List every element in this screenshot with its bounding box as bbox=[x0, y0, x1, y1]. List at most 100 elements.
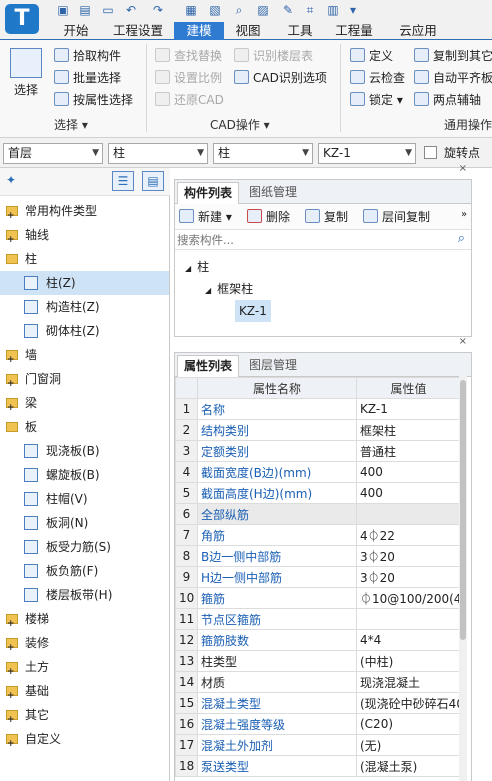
define-button[interactable]: 定义 bbox=[350, 46, 393, 66]
component-subtype-select[interactable]: 柱 ▼ bbox=[213, 143, 313, 164]
property-row[interactable]: 9 H边一侧中部筋 3⏀20 bbox=[175, 566, 461, 588]
tree-category[interactable]: + 梁 bbox=[0, 391, 169, 415]
close-icon[interactable]: × bbox=[459, 336, 467, 347]
pen-icon[interactable]: ✎ bbox=[280, 3, 296, 18]
rotate-point-checkbox[interactable] bbox=[424, 146, 437, 159]
identify-floor-table-button[interactable]: 识别楼层表 bbox=[234, 46, 313, 66]
tree-category[interactable]: 板 bbox=[0, 415, 169, 439]
auto-align-slab-button[interactable]: 自动平齐板 bbox=[414, 68, 492, 88]
property-row[interactable]: 15 混凝土类型 (现浇砼中砂碎石40 bbox=[175, 692, 461, 714]
open-icon[interactable]: ▤ bbox=[77, 3, 93, 18]
tab-component-list[interactable]: 构件列表 bbox=[177, 182, 240, 204]
floor-copy-button[interactable]: 层间复制 bbox=[363, 207, 430, 227]
menu-view[interactable]: 视图 bbox=[228, 22, 268, 40]
tree-item[interactable]: 板负筋(F) bbox=[0, 559, 169, 583]
property-value[interactable]: (中柱) bbox=[356, 650, 461, 672]
report-icon[interactable]: ▧ bbox=[207, 3, 223, 18]
property-row[interactable]: 5 截面高度(H边)(mm) 400 bbox=[175, 482, 461, 504]
tree-category[interactable]: + 墙 bbox=[0, 343, 169, 367]
tab-drawing-management[interactable]: 图纸管理 bbox=[243, 182, 303, 204]
property-value[interactable]: 框架柱 bbox=[356, 419, 461, 441]
lock-button[interactable]: 锁定 ▾ bbox=[350, 90, 403, 110]
property-value[interactable]: 4*4 bbox=[356, 629, 461, 651]
menu-modeling[interactable]: 建模 bbox=[174, 22, 224, 40]
tree-category[interactable]: + 常用构件类型 bbox=[0, 199, 169, 223]
tree-item[interactable]: 螺旋板(B) bbox=[0, 463, 169, 487]
component-select[interactable]: KZ-1 ▼ bbox=[318, 143, 416, 164]
property-row[interactable]: 12 箍筋肢数 4*4 bbox=[175, 629, 461, 651]
property-value[interactable]: (C20) bbox=[356, 713, 461, 735]
detail-view-icon[interactable]: ▤ bbox=[142, 171, 164, 191]
tree-category[interactable]: + 轴线 bbox=[0, 223, 169, 247]
property-row[interactable]: 11 节点区箍筋 bbox=[175, 608, 461, 630]
property-value[interactable]: (无) bbox=[356, 734, 461, 756]
menu-quantity[interactable]: 工程量 bbox=[330, 22, 378, 40]
property-row[interactable]: 6 全部纵筋 bbox=[175, 503, 461, 525]
tree-item[interactable]: 板洞(N) bbox=[0, 511, 169, 535]
find-replace-button[interactable]: 查找替换 bbox=[155, 46, 222, 66]
list-view-icon[interactable]: ☰ bbox=[112, 171, 134, 191]
property-value[interactable]: 4⏀22 bbox=[356, 524, 461, 546]
property-row[interactable]: 18 泵送类型 (混凝土泵) bbox=[175, 755, 461, 777]
grid-icon[interactable]: ⌗ bbox=[302, 3, 318, 18]
select-button[interactable]: 选择 bbox=[14, 80, 38, 100]
delete-button[interactable]: 删除 bbox=[247, 207, 290, 227]
redo-icon[interactable]: ↷ bbox=[150, 3, 166, 18]
property-value[interactable]: (混凝土泵) bbox=[356, 755, 461, 777]
property-row[interactable]: 10 箍筋 ⏀10@100/200(4* bbox=[175, 587, 461, 609]
menu-start[interactable]: 开始 bbox=[56, 22, 96, 40]
property-row[interactable]: 1 名称 KZ-1 bbox=[175, 398, 461, 420]
property-row[interactable]: 4 截面宽度(B边)(mm) 400 bbox=[175, 461, 461, 483]
tree-item[interactable]: 现浇板(B) bbox=[0, 439, 169, 463]
tree-category[interactable]: + 基础 bbox=[0, 679, 169, 703]
calc-icon[interactable]: ▨ bbox=[255, 3, 271, 18]
floor-select[interactable]: 首层 ▼ bbox=[3, 143, 103, 164]
undo-icon[interactable]: ↶ bbox=[123, 3, 139, 18]
property-value[interactable] bbox=[356, 608, 461, 630]
tree-item[interactable]: 柱(Z) bbox=[0, 271, 169, 295]
property-value[interactable]: KZ-1 bbox=[356, 398, 461, 420]
search-doc-icon[interactable]: ⌕ bbox=[231, 3, 247, 18]
cloud-check-button[interactable]: 云检查 bbox=[350, 68, 405, 88]
tab-property-list[interactable]: 属性列表 bbox=[177, 355, 240, 377]
layout-icon[interactable]: ▥ bbox=[325, 3, 341, 18]
tree-category[interactable]: + 自定义 bbox=[0, 727, 169, 751]
property-value[interactable]: 3⏀20 bbox=[356, 545, 461, 567]
table-icon[interactable]: ▦ bbox=[183, 3, 199, 18]
tree-category[interactable]: + 楼梯 bbox=[0, 607, 169, 631]
tree-item[interactable]: 板受力筋(S) bbox=[0, 535, 169, 559]
tab-layer-management[interactable]: 图层管理 bbox=[243, 355, 303, 377]
restore-cad-button[interactable]: 还原CAD bbox=[155, 90, 224, 110]
dropdown-icon[interactable]: ▾ bbox=[345, 3, 361, 18]
property-row[interactable]: 2 结构类别 框架柱 bbox=[175, 419, 461, 441]
tree-root-node[interactable]: ◢ 柱 bbox=[185, 258, 209, 275]
property-row[interactable]: 7 角筋 4⏀22 bbox=[175, 524, 461, 546]
property-value[interactable]: ⏀10@100/200(4* bbox=[356, 587, 461, 609]
search-icon[interactable]: ⌕ bbox=[458, 231, 465, 246]
property-value[interactable]: 3⏀20 bbox=[356, 566, 461, 588]
property-value[interactable]: 普通柱 bbox=[356, 440, 461, 462]
select-cursor-icon[interactable] bbox=[10, 48, 42, 78]
cad-options-button[interactable]: CAD识别选项 bbox=[234, 68, 327, 88]
tree-item-kz1[interactable]: KZ-1 bbox=[235, 300, 271, 322]
tree-item[interactable]: 砌体柱(Z) bbox=[0, 319, 169, 343]
tree-category[interactable]: + 土方 bbox=[0, 655, 169, 679]
tree-item[interactable]: 构造柱(Z) bbox=[0, 295, 169, 319]
property-row[interactable]: 14 材质 现浇混凝土 bbox=[175, 671, 461, 693]
property-row[interactable]: 8 B边一侧中部筋 3⏀20 bbox=[175, 545, 461, 567]
two-point-axis-button[interactable]: 两点辅轴 bbox=[414, 90, 481, 110]
tree-group-node[interactable]: ◢ 框架柱 bbox=[205, 280, 253, 297]
scrollbar-thumb[interactable] bbox=[460, 380, 466, 640]
property-value[interactable]: 现浇混凝土 bbox=[356, 671, 461, 693]
copy-button[interactable]: 复制 bbox=[305, 207, 348, 227]
menu-tools[interactable]: 工具 bbox=[278, 22, 322, 40]
batch-select-button[interactable]: 批量选择 bbox=[54, 68, 121, 88]
close-icon[interactable]: × bbox=[459, 163, 467, 174]
property-row[interactable]: 16 混凝土强度等级 (C20) bbox=[175, 713, 461, 735]
copy-to-other-button[interactable]: 复制到其它 bbox=[414, 46, 492, 66]
property-value[interactable]: 400 bbox=[356, 461, 461, 483]
tree-item[interactable]: 楼层板带(H) bbox=[0, 583, 169, 607]
tree-category[interactable]: 柱 bbox=[0, 247, 169, 271]
property-row[interactable]: 17 混凝土外加剂 (无) bbox=[175, 734, 461, 756]
save-icon[interactable]: ▣ bbox=[55, 3, 71, 18]
